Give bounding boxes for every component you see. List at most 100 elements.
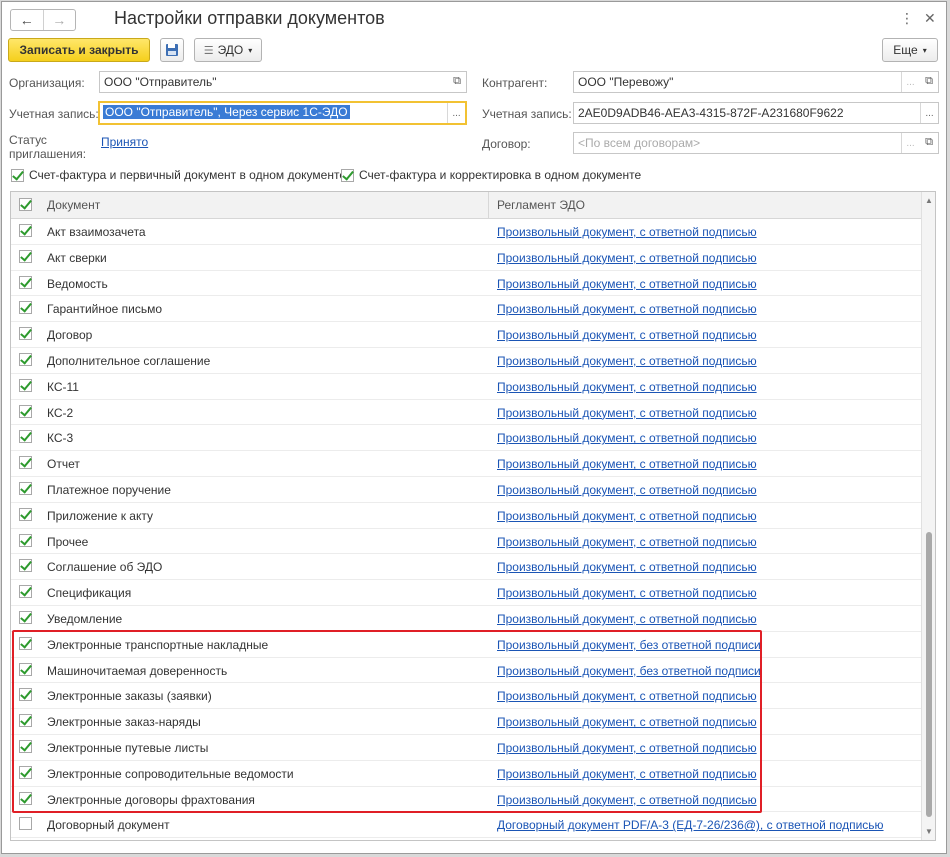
edo-dropdown-button[interactable]: ☰ ЭДО ▾ — [194, 38, 262, 62]
table-row[interactable]: Ведомость Произвольный документ, с ответн… — [11, 271, 922, 297]
table-row[interactable]: Электронные транспортные накладные Произв… — [11, 632, 922, 658]
table-row[interactable]: Гарантийное письмо Произвольный документ,… — [11, 296, 922, 323]
regulation-link[interactable]: Произвольный документ, с ответной подпис… — [497, 586, 757, 600]
scrollbar-thumb[interactable] — [926, 532, 932, 817]
select-all-checkbox[interactable] — [19, 198, 32, 211]
select-button[interactable]: ... — [920, 103, 938, 123]
back-arrow-icon[interactable]: ← — [11, 10, 43, 30]
table-row[interactable]: Дополнительное соглашение Произвольный до… — [11, 348, 922, 374]
close-icon[interactable]: ✕ — [924, 10, 936, 27]
regulation-link[interactable]: Произвольный документ, с ответной подпис… — [497, 741, 757, 755]
organization-field[interactable]: ООО "Отправитель" ⧉ — [99, 71, 467, 93]
regulation-link[interactable]: Произвольный документ, с ответной подпис… — [497, 767, 757, 781]
account-field-left[interactable]: ООО "Отправитель", Через сервис 1С-ЭДО .… — [98, 101, 467, 125]
row-checkbox[interactable] — [19, 327, 32, 341]
table-row[interactable]: Приложение к акту Произвольный документ, … — [11, 503, 922, 529]
table-row[interactable]: Спецификация Произвольный документ, с отв… — [11, 580, 922, 606]
regulation-link[interactable]: Произвольный документ, без ответной подп… — [497, 638, 761, 652]
row-checkbox[interactable] — [19, 404, 32, 418]
vertical-scrollbar[interactable]: ▲ ▼ — [921, 192, 935, 840]
regulation-link[interactable]: Произвольный документ, с ответной подпис… — [497, 431, 757, 445]
table-row[interactable]: Электронные путевые листы Произвольный до… — [11, 735, 922, 761]
table-row[interactable]: КС-3 Произвольный документ, с ответной по… — [11, 425, 922, 452]
row-checkbox[interactable] — [19, 430, 32, 444]
table-row[interactable]: Соглашение об ЭДО Произвольный документ, … — [11, 554, 922, 581]
more-button[interactable]: Еще ▾ — [882, 38, 938, 62]
option-invoice-primary[interactable]: Счет-фактура и первичный документ в одно… — [11, 168, 346, 182]
scroll-down-icon[interactable]: ▼ — [925, 827, 933, 836]
row-checkbox[interactable] — [19, 378, 32, 392]
row-checkbox[interactable] — [19, 352, 32, 366]
regulation-link[interactable]: Произвольный документ, с ответной подпис… — [497, 225, 757, 239]
scroll-up-icon[interactable]: ▲ — [925, 196, 933, 205]
forward-arrow-icon[interactable]: → — [42, 10, 76, 30]
contract-field[interactable]: <По всем договорам> ... ⧉ — [573, 132, 939, 154]
table-row[interactable]: Акт взаимозачета Произвольный документ, с… — [11, 219, 922, 245]
row-checkbox[interactable] — [19, 456, 32, 470]
table-row[interactable]: Машиночитаемая доверенность Произвольный … — [11, 658, 922, 684]
row-checkbox[interactable] — [19, 559, 32, 573]
row-checkbox[interactable] — [19, 662, 32, 676]
counterparty-field[interactable]: ООО "Перевожу" ... ⧉ — [573, 71, 939, 93]
regulation-link[interactable]: Произвольный документ, с ответной подпис… — [497, 560, 757, 574]
regulation-link[interactable]: Произвольный документ, с ответной подпис… — [497, 793, 757, 807]
row-checkbox[interactable] — [19, 275, 32, 289]
table-row[interactable]: КС-2 Произвольный документ, с ответной по… — [11, 400, 922, 426]
row-checkbox[interactable] — [19, 533, 32, 547]
open-icon[interactable]: ⧉ — [453, 75, 461, 88]
column-header-document[interactable]: Документ — [47, 198, 100, 212]
regulation-link[interactable]: Произвольный документ, с ответной подпис… — [497, 483, 757, 497]
regulation-link[interactable]: Произвольный документ, с ответной подпис… — [497, 354, 757, 368]
table-row[interactable]: Платежное поручение Произвольный документ… — [11, 477, 922, 503]
row-checkbox[interactable] — [19, 817, 32, 831]
regulation-link[interactable]: Произвольный документ, с ответной подпис… — [497, 457, 757, 471]
row-checkbox[interactable] — [19, 610, 32, 624]
regulation-link[interactable]: Произвольный документ, с ответной подпис… — [497, 277, 757, 291]
kebab-menu-icon[interactable]: ⋮ — [900, 10, 914, 27]
column-header-regulation[interactable]: Регламент ЭДО — [497, 198, 585, 212]
table-row[interactable]: Электронные договоры фрахтования Произвол… — [11, 787, 922, 813]
row-checkbox[interactable] — [19, 507, 32, 521]
table-row[interactable]: КС-11 Произвольный документ, с ответной п… — [11, 374, 922, 400]
save-button[interactable] — [160, 38, 184, 62]
save-and-close-button[interactable]: Записать и закрыть — [8, 38, 150, 62]
option-invoice-correction[interactable]: Счет-фактура и корректировка в одном док… — [341, 168, 641, 182]
row-checkbox[interactable] — [19, 481, 32, 495]
regulation-link[interactable]: Произвольный документ, с ответной подпис… — [497, 328, 757, 342]
regulation-link[interactable]: Договорный документ PDF/A-3 (ЕД-7-26/236… — [497, 818, 884, 832]
regulation-link[interactable]: Произвольный документ, с ответной подпис… — [497, 380, 757, 394]
row-checkbox[interactable] — [19, 301, 32, 315]
regulation-link[interactable]: Произвольный документ, с ответной подпис… — [497, 406, 757, 420]
table-row[interactable]: Электронные заказы (заявки) Произвольный … — [11, 683, 922, 710]
invitation-status-link[interactable]: Принято — [101, 135, 148, 149]
row-checkbox[interactable] — [19, 765, 32, 779]
row-checkbox[interactable] — [19, 791, 32, 805]
row-checkbox[interactable] — [19, 688, 32, 702]
table-row[interactable]: Договор Произвольный документ, с ответной… — [11, 322, 922, 348]
regulation-link[interactable]: Произвольный документ, с ответной подпис… — [497, 251, 757, 265]
regulation-link[interactable]: Произвольный документ, с ответной подпис… — [497, 612, 757, 626]
regulation-link[interactable]: Произвольный документ, без ответной подп… — [497, 664, 761, 678]
regulation-link[interactable]: Произвольный документ, с ответной подпис… — [497, 535, 757, 549]
row-checkbox[interactable] — [19, 585, 32, 599]
table-row[interactable]: Отчет Произвольный документ, с ответной п… — [11, 451, 922, 477]
row-checkbox[interactable] — [19, 636, 32, 650]
row-checkbox[interactable] — [19, 249, 32, 263]
open-icon[interactable]: ⧉ — [925, 136, 933, 149]
regulation-link[interactable]: Произвольный документ, с ответной подпис… — [497, 302, 757, 316]
row-checkbox[interactable] — [19, 714, 32, 728]
table-row[interactable]: Прочее Произвольный документ, с ответной … — [11, 529, 922, 555]
table-row[interactable]: Электронные сопроводительные ведомости Пр… — [11, 761, 922, 787]
row-checkbox[interactable] — [19, 224, 32, 237]
select-button[interactable]: ... — [901, 72, 919, 92]
select-button[interactable]: ... — [901, 133, 919, 153]
table-row[interactable]: Электронные заказ-наряды Произвольный док… — [11, 709, 922, 735]
regulation-link[interactable]: Произвольный документ, с ответной подпис… — [497, 509, 757, 523]
table-row[interactable]: Уведомление Произвольный документ, с отве… — [11, 606, 922, 632]
invoice-correction-checkbox[interactable] — [341, 168, 354, 182]
table-row[interactable]: Договорный документ Договорный документ P… — [11, 812, 922, 839]
regulation-link[interactable]: Произвольный документ, с ответной подпис… — [497, 689, 757, 703]
open-icon[interactable]: ⧉ — [925, 75, 933, 88]
row-checkbox[interactable] — [19, 739, 32, 753]
invoice-primary-checkbox[interactable] — [11, 168, 24, 182]
